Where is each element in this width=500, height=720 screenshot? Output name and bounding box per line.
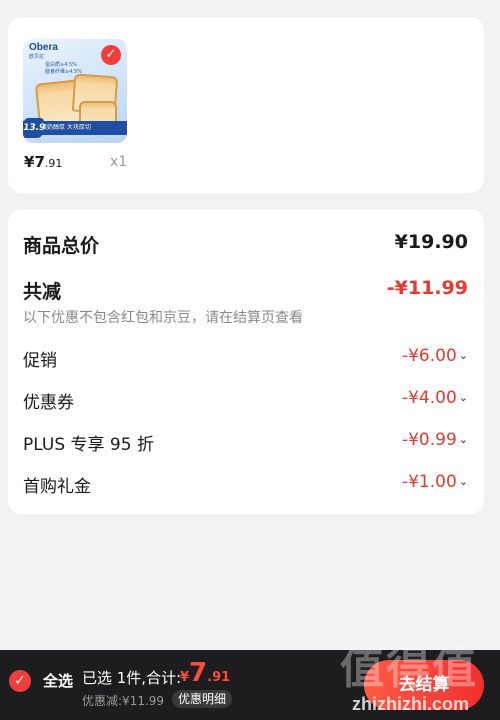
brand-logo: Obera [29, 42, 58, 53]
total-label: 商品总价 [23, 235, 100, 257]
product-card: Obera 欧贝拉 蛋白质≥4.5% 膳食纤维≥4.5% 蛋奶醇厚 大块厚切 1… [8, 17, 484, 193]
select-all-label[interactable]: 全选 [43, 670, 73, 691]
product-price-currency: ¥ [24, 153, 35, 171]
grand-total-int: 7 [189, 658, 208, 688]
chevron-down-icon: ⌄ [458, 475, 468, 488]
grand-total: ¥7.91 [180, 658, 230, 688]
product-price: ¥7.91 [24, 153, 62, 171]
discount-value: -¥1.00 ⌄ [401, 472, 468, 492]
discount-summary: 优惠减:¥11.99 [82, 694, 165, 708]
discount-value: -¥4.00 ⌄ [401, 388, 468, 408]
discount-value: -¥6.00 ⌄ [401, 346, 468, 366]
chevron-down-icon: ⌄ [458, 349, 468, 362]
discount-value: -¥0.99 ⌄ [401, 430, 468, 450]
discount-detail-button[interactable]: 优惠明细 [172, 690, 233, 708]
discount-label: PLUS 专享 95 折 [23, 435, 154, 455]
product-quantity[interactable]: x1 [110, 154, 127, 170]
grand-total-currency: ¥ [180, 670, 190, 685]
discount-label: 优惠券 [23, 393, 74, 413]
selected-summary: 已选 1件,合计: [82, 669, 182, 687]
discount-label: 首购礼金 [23, 477, 91, 497]
check-icon[interactable]: ✓ [101, 45, 121, 65]
thumb-tag-protein: 蛋白质≥4.5% [45, 62, 77, 68]
price-summary-card: 商品总价 ¥19.90 共减 -¥11.99 以下优惠不包含红包和京豆，请在结算… [8, 209, 484, 514]
product-price-int: 7 [34, 153, 45, 171]
discount-label: 促销 [23, 351, 57, 371]
grand-total-dec: .91 [207, 670, 231, 685]
discount-note: 以下优惠不包含红包和京豆，请在结算页查看 [23, 310, 303, 326]
reduce-label: 共减 [23, 281, 62, 303]
select-all-check-icon[interactable]: ✓ [9, 670, 31, 692]
chevron-down-icon: ⌄ [458, 391, 468, 404]
product-thumbnail[interactable]: Obera 欧贝拉 蛋白质≥4.5% 膳食纤维≥4.5% 蛋奶醇厚 大块厚切 1… [23, 39, 127, 143]
chevron-down-icon: ⌄ [458, 433, 468, 446]
watermark: 值得值 [340, 643, 478, 694]
watermark-url: zhizhizhi.com [352, 694, 469, 714]
brand-subtitle: 欧贝拉 [29, 54, 45, 60]
reduce-value: -¥11.99 [386, 277, 468, 299]
product-price-dec: .91 [44, 157, 63, 170]
total-value: ¥19.90 [394, 231, 468, 253]
thumb-banner-price: 13.9 [23, 118, 46, 138]
